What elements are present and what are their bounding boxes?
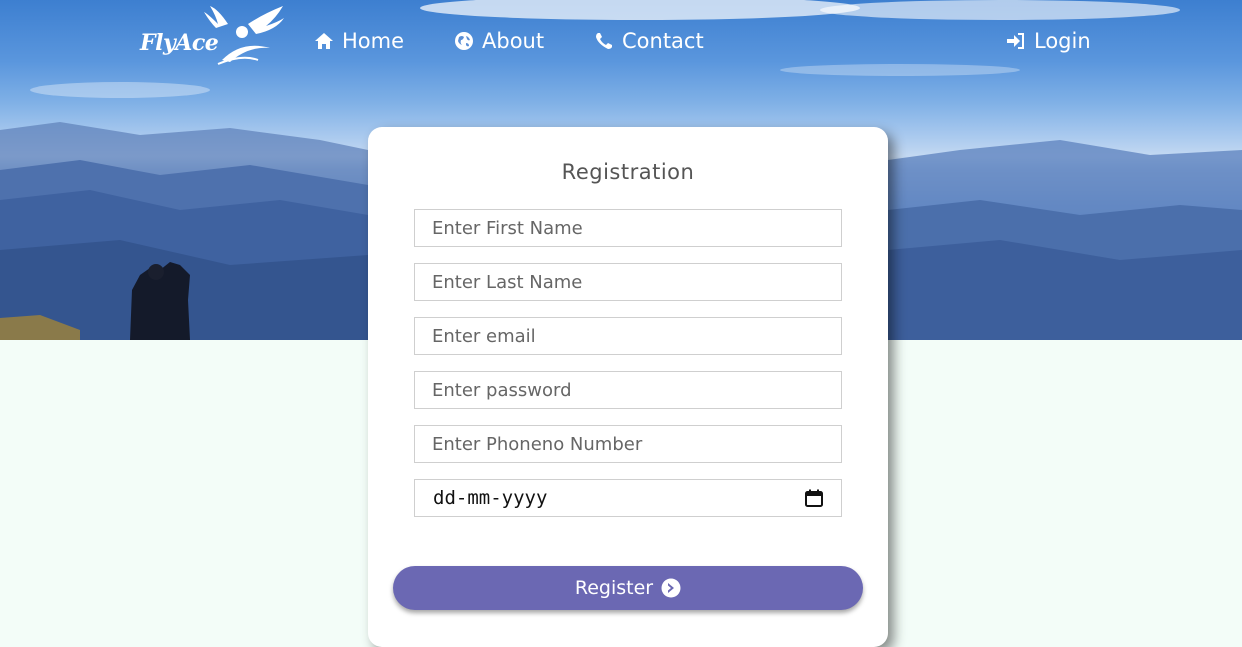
register-button-label: Register [574, 577, 654, 599]
logo-text: FlyAce [140, 30, 219, 56]
email-input[interactable] [414, 317, 842, 355]
nav-home-link[interactable]: Home [314, 26, 404, 56]
chevron-circle-right-icon [661, 578, 681, 598]
nav-contact-link[interactable]: Contact [594, 26, 704, 56]
nav-about-label: About [482, 29, 545, 53]
brand-logo[interactable]: FlyAce [138, 4, 288, 70]
sign-in-icon [1007, 33, 1024, 49]
register-button[interactable]: Register [393, 566, 863, 610]
nav-home-label: Home [342, 29, 405, 53]
nav-contact-label: Contact [622, 29, 704, 53]
phone-number-input[interactable] [414, 425, 842, 463]
calendar-icon[interactable] [805, 489, 823, 507]
last-name-input[interactable] [414, 263, 842, 301]
globe-icon [455, 32, 473, 50]
first-name-input[interactable] [414, 209, 842, 247]
nav-login-link[interactable]: Login [1006, 26, 1091, 56]
date-input-value: dd-mm-yyyy [433, 487, 548, 509]
home-icon [315, 33, 333, 49]
nav-about-link[interactable]: About [454, 26, 544, 56]
nav-login-label: Login [1034, 29, 1091, 53]
form-title: Registration [561, 160, 695, 184]
phone-icon [596, 33, 612, 49]
date-input[interactable]: dd-mm-yyyy [414, 479, 842, 517]
password-input[interactable] [414, 371, 842, 409]
navbar: FlyAce Home About Contact Login [0, 0, 1242, 80]
